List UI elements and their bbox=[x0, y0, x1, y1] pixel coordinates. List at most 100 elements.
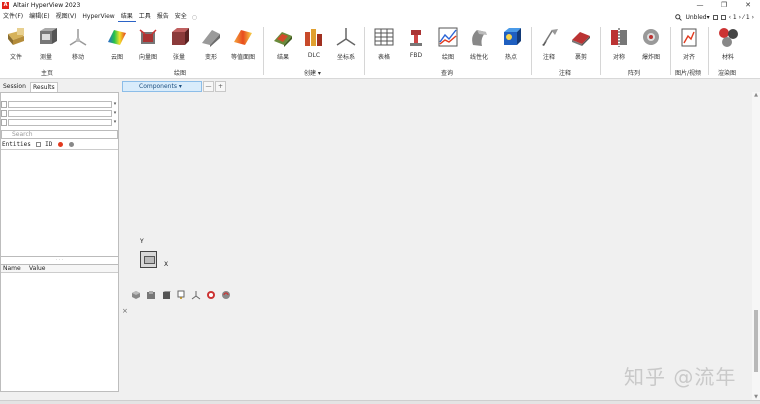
color-icon[interactable] bbox=[58, 142, 64, 147]
tool-table[interactable]: 表格 bbox=[369, 26, 399, 61]
panel-splitter[interactable]: · · · bbox=[1, 257, 118, 263]
tool-measure[interactable]: 测量 bbox=[31, 26, 61, 61]
value-column-header[interactable]: Value bbox=[29, 265, 45, 273]
sort-icon[interactable] bbox=[35, 142, 41, 147]
close-button[interactable]: ✕ bbox=[736, 0, 760, 11]
watermark-text: 知乎 @流年 bbox=[624, 365, 737, 389]
side-view-icon[interactable] bbox=[176, 290, 186, 300]
coordinate-system-icon bbox=[335, 26, 357, 48]
tool-dlc[interactable]: DLC bbox=[299, 26, 329, 59]
entities-header: Entities ID bbox=[1, 141, 118, 150]
tool-coordinate-system[interactable]: 坐标系 bbox=[331, 26, 361, 61]
filter-input-3[interactable] bbox=[8, 119, 112, 126]
front-view-icon[interactable] bbox=[161, 290, 171, 300]
graphics-viewport[interactable] bbox=[121, 92, 752, 400]
group-label-array: 阵列 bbox=[628, 70, 641, 77]
results-icon bbox=[272, 26, 294, 48]
ribbon-separator bbox=[708, 27, 709, 75]
menu-report[interactable]: 报告 bbox=[154, 12, 172, 22]
menu-edit[interactable]: 编辑(E) bbox=[26, 12, 52, 22]
file-icon bbox=[5, 26, 27, 48]
group-label-plot: 绘图 bbox=[174, 70, 187, 77]
tool-note[interactable]: 注释 bbox=[534, 26, 564, 61]
name-column-header[interactable]: Name bbox=[3, 265, 21, 273]
window-controls: — ❐ ✕ bbox=[688, 0, 760, 11]
tool-material[interactable]: 材料 bbox=[713, 26, 743, 61]
filter-input-2[interactable] bbox=[8, 110, 112, 117]
view-toolbar bbox=[131, 290, 231, 301]
menu-results[interactable]: 结果 bbox=[117, 12, 136, 22]
tool-hotspot[interactable]: 热点 bbox=[496, 26, 526, 61]
rotate-view-icon[interactable] bbox=[221, 290, 231, 300]
vertical-scrollbar[interactable]: ▲ ▼ bbox=[752, 92, 760, 400]
search-icon[interactable] bbox=[675, 13, 683, 21]
tool-fbd[interactable]: FBD bbox=[401, 26, 431, 59]
page-indicator[interactable]: ‹ 1 › ⁄ 1 › bbox=[729, 14, 754, 21]
tool-plot[interactable]: 绘图 bbox=[433, 26, 463, 61]
group-label-annotate: 注释 bbox=[559, 70, 572, 77]
filter-row-2: ▾ bbox=[1, 110, 118, 118]
tool-trim[interactable]: 裹剪 bbox=[566, 26, 596, 61]
filter-type-icon[interactable] bbox=[1, 119, 7, 126]
id-label[interactable]: ID bbox=[45, 141, 52, 148]
menu-tools[interactable]: 工具 bbox=[136, 12, 154, 22]
menu-hyperview[interactable]: HyperView bbox=[79, 12, 117, 22]
collapse-button[interactable]: — bbox=[203, 81, 214, 92]
menu-bar: 文件(F) 编辑(E) 视图(V) HyperView 结果 工具 报告 安全 … bbox=[0, 11, 760, 23]
tab-session[interactable]: Session bbox=[1, 82, 28, 92]
scroll-thumb[interactable] bbox=[754, 310, 758, 372]
ribbon-separator bbox=[364, 27, 365, 75]
layout-icon[interactable] bbox=[712, 14, 718, 20]
trim-icon bbox=[570, 26, 592, 48]
entity-tree[interactable] bbox=[1, 150, 118, 257]
tool-tensor[interactable]: 张量 bbox=[164, 26, 194, 61]
tool-results[interactable]: 结果 bbox=[268, 26, 298, 61]
filter-type-icon[interactable] bbox=[1, 101, 7, 108]
move-icon bbox=[67, 26, 89, 48]
tab-results[interactable]: Results bbox=[30, 82, 58, 92]
close-view-icon[interactable]: × bbox=[122, 307, 128, 315]
tool-file[interactable]: 文件 bbox=[1, 26, 31, 61]
tool-linearize[interactable]: 线性化 bbox=[464, 26, 494, 61]
tool-contour[interactable]: 云图 bbox=[102, 26, 132, 61]
vector-icon bbox=[137, 26, 159, 48]
status-bar bbox=[0, 400, 760, 404]
deform-icon bbox=[200, 26, 222, 48]
isosurface-icon bbox=[232, 26, 254, 48]
tool-deform[interactable]: 变形 bbox=[196, 26, 226, 61]
zoom-view-icon[interactable] bbox=[206, 290, 216, 300]
window-icon[interactable] bbox=[720, 14, 726, 20]
filter-dropdown-3[interactable]: ▾ bbox=[112, 119, 118, 126]
tool-isosurface[interactable]: 等值面图 bbox=[228, 26, 258, 61]
tool-move[interactable]: 移动 bbox=[63, 26, 93, 61]
group-label-create[interactable]: 创建 ▾ bbox=[304, 68, 321, 77]
tool-symmetry[interactable]: 对称 bbox=[604, 26, 634, 61]
menu-more-icon[interactable]: ○ bbox=[190, 14, 199, 21]
menu-view[interactable]: 视图(V) bbox=[53, 12, 80, 22]
visibility-icon[interactable] bbox=[68, 142, 74, 147]
iso-view-icon[interactable] bbox=[131, 290, 141, 300]
scroll-up-icon[interactable]: ▲ bbox=[752, 92, 760, 98]
global-triad-icon[interactable] bbox=[140, 251, 157, 268]
user-dropdown[interactable]: Unbled▾ bbox=[685, 14, 709, 21]
filter-dropdown-2[interactable]: ▾ bbox=[112, 110, 118, 117]
tool-explode[interactable]: 爆炸图 bbox=[636, 26, 666, 61]
expand-button[interactable]: + bbox=[215, 81, 226, 92]
menu-file[interactable]: 文件(F) bbox=[0, 12, 26, 22]
search-input[interactable]: Search bbox=[1, 130, 118, 139]
maximize-button[interactable]: ❐ bbox=[712, 0, 736, 11]
filter-type-icon[interactable] bbox=[1, 110, 7, 117]
fit-view-icon[interactable] bbox=[146, 290, 156, 300]
filter-input-1[interactable] bbox=[8, 101, 112, 108]
axis-view-icon[interactable] bbox=[191, 290, 201, 300]
filter-row-3: ▾ bbox=[1, 119, 118, 127]
group-label-query: 查询 bbox=[441, 70, 454, 77]
tool-align[interactable]: 对齐 bbox=[674, 26, 704, 61]
filter-dropdown-1[interactable]: ▾ bbox=[112, 101, 118, 108]
minimize-button[interactable]: — bbox=[688, 0, 712, 11]
entities-label[interactable]: Entities bbox=[2, 141, 31, 148]
menu-security[interactable]: 安全 bbox=[172, 12, 190, 22]
components-dropdown[interactable]: Components ▾ bbox=[122, 81, 202, 92]
tool-vector[interactable]: 向量图 bbox=[133, 26, 163, 61]
title-bar: A Altair HyperView 2023 — ❐ ✕ bbox=[0, 0, 760, 11]
